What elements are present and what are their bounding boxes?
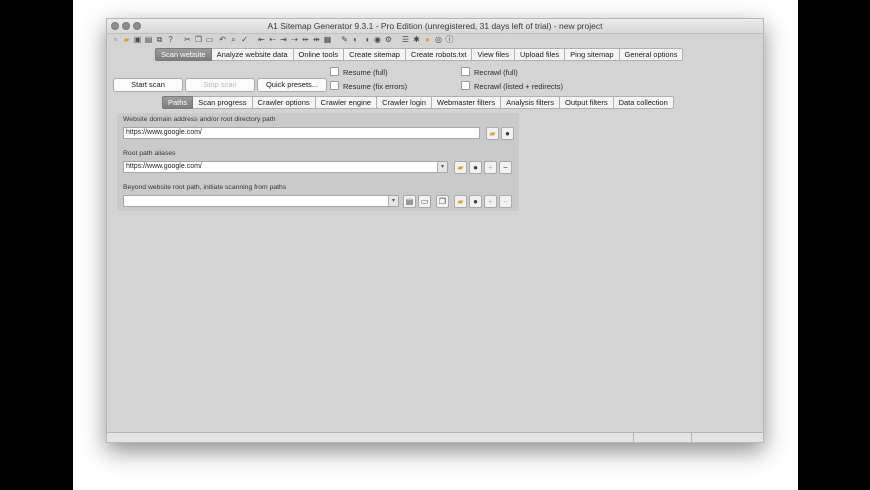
tab-analysis-filters[interactable]: Analysis filters — [501, 96, 561, 109]
bulb-icon[interactable]: ● — [423, 35, 432, 44]
brush-icon[interactable]: ✎ — [340, 35, 349, 44]
tools-icon[interactable]: ✱ — [412, 35, 421, 44]
tab-crawler-engine[interactable]: Crawler engine — [315, 96, 378, 109]
tab-crawler-options[interactable]: Crawler options — [252, 96, 316, 109]
recrawl-listed-checkbox[interactable]: Recrawl (listed + redirects) — [461, 81, 563, 91]
open-folder-icon[interactable]: ▰ — [122, 35, 131, 44]
document-icon[interactable]: ▭ — [418, 195, 431, 208]
globe-back-icon[interactable]: ◐ — [351, 35, 360, 44]
checkbox-box[interactable] — [461, 81, 470, 90]
globe-icon[interactable]: ● — [501, 127, 514, 140]
sub-tab-bar: Paths Scan progress Crawler options Craw… — [162, 96, 674, 109]
resume-fix-errors-checkbox[interactable]: Resume (fix errors) — [330, 81, 407, 91]
alias-combo[interactable]: https://www.google.com/ ▾ — [123, 161, 448, 173]
grid-icon[interactable]: ▦ — [323, 35, 332, 44]
help-icon[interactable]: ? — [166, 35, 175, 44]
tab-online-tools[interactable]: Online tools — [293, 48, 345, 61]
recrawl-full-label: Recrawl (full) — [474, 68, 518, 77]
app-window: A1 Sitemap Generator 9.3.1 - Pro Edition… — [106, 18, 764, 443]
globe-forward-icon[interactable]: ◑ — [362, 35, 371, 44]
tab-data-collection[interactable]: Data collection — [613, 96, 674, 109]
tab-scan-progress[interactable]: Scan progress — [193, 96, 253, 109]
tab-general-options[interactable]: General options — [619, 48, 684, 61]
recrawl-full-checkbox[interactable]: Recrawl (full) — [461, 67, 518, 77]
tab-ping-sitemap[interactable]: Ping sitemap — [565, 48, 620, 61]
main-tab-bar: Scan website Analyze website data Online… — [155, 48, 684, 61]
spell-check-icon[interactable]: ✓ — [240, 35, 249, 44]
add-icon[interactable]: + — [484, 161, 497, 174]
checkbox-box[interactable] — [330, 81, 339, 90]
status-segment — [691, 433, 764, 442]
remove-icon[interactable]: − — [499, 195, 512, 208]
indent-left-icon[interactable]: ⇤ — [257, 35, 266, 44]
paste-icon[interactable]: ▭ — [205, 35, 214, 44]
alias-value: https://www.google.com/ — [126, 163, 202, 170]
title-bar: A1 Sitemap Generator 9.3.1 - Pro Edition… — [107, 19, 763, 34]
start-scan-button[interactable]: Start scan — [113, 78, 183, 92]
domain-input[interactable]: https://www.google.com/ — [123, 127, 480, 139]
resume-fix-errors-label: Resume (fix errors) — [343, 82, 408, 91]
add-icon[interactable]: + — [484, 195, 497, 208]
tab-analyze-website-data[interactable]: Analyze website data — [211, 48, 294, 61]
outdent-icon[interactable]: ⇠ — [268, 35, 277, 44]
copy-project-icon[interactable]: ⧉ — [155, 35, 164, 44]
folder-icon[interactable]: ▰ — [454, 195, 467, 208]
info-icon[interactable]: ⓘ — [445, 35, 454, 44]
checkbox-box[interactable] — [461, 67, 470, 76]
new-file-icon[interactable]: ▫ — [111, 35, 120, 44]
globe-icon[interactable]: ● — [469, 161, 482, 174]
tab-scan-website[interactable]: Scan website — [155, 48, 212, 61]
save-as-icon[interactable]: ▤ — [144, 35, 153, 44]
save-icon[interactable]: ▣ — [133, 35, 142, 44]
move-right-icon[interactable]: ⇢ — [290, 35, 299, 44]
cut-icon[interactable]: ✂ — [183, 35, 192, 44]
beyond-label: Beyond website root path, initiate scann… — [123, 184, 287, 191]
quick-presets-button[interactable]: Quick presets... — [257, 78, 327, 92]
gear-icon[interactable]: ⚙ — [384, 35, 393, 44]
list-icon[interactable]: ☰ — [401, 35, 410, 44]
paste-list-icon[interactable]: ❐ — [436, 195, 449, 208]
undo-icon[interactable]: ↶ — [218, 35, 227, 44]
split-icon[interactable]: ⇹ — [312, 35, 321, 44]
globe-icon[interactable]: ● — [469, 195, 482, 208]
pointer-icon[interactable]: ◎ — [434, 35, 443, 44]
resume-full-label: Resume (full) — [343, 68, 388, 77]
stop-scan-button[interactable]: Stop scan — [185, 78, 255, 92]
indent-right-icon[interactable]: ⇥ — [279, 35, 288, 44]
tab-create-sitemap[interactable]: Create sitemap — [344, 48, 406, 61]
status-segment — [633, 433, 691, 442]
globe-icon[interactable]: ◉ — [373, 35, 382, 44]
window-title: A1 Sitemap Generator 9.3.1 - Pro Edition… — [267, 21, 603, 31]
tab-paths[interactable]: Paths — [162, 96, 194, 109]
chevron-down-icon[interactable]: ▾ — [437, 162, 447, 172]
copy-icon[interactable]: ❐ — [194, 35, 203, 44]
folder-icon[interactable]: ▰ — [454, 161, 467, 174]
tab-webmaster-filters[interactable]: Webmaster filters — [431, 96, 502, 109]
paths-panel: Website domain address and/or root direc… — [117, 113, 519, 211]
move-left-icon[interactable]: ⇷ — [301, 35, 310, 44]
status-bar — [107, 432, 763, 442]
recrawl-listed-label: Recrawl (listed + redirects) — [474, 82, 563, 91]
search-icon[interactable]: ⌕ — [229, 35, 238, 44]
folder-icon[interactable]: ▰ — [486, 127, 499, 140]
resume-full-checkbox[interactable]: Resume (full) — [330, 67, 388, 77]
beyond-combo[interactable]: ▾ — [123, 195, 399, 207]
import-icon[interactable]: ▤ — [403, 195, 416, 208]
chevron-down-icon[interactable]: ▾ — [388, 196, 398, 206]
tab-view-files[interactable]: View files — [472, 48, 515, 61]
checkbox-box[interactable] — [330, 67, 339, 76]
tab-output-filters[interactable]: Output filters — [560, 96, 614, 109]
tab-create-robots[interactable]: Create robots.txt — [405, 48, 473, 61]
tab-crawler-login[interactable]: Crawler login — [377, 96, 432, 109]
remove-icon[interactable]: − — [499, 161, 512, 174]
alias-label: Root path aliases — [123, 150, 176, 157]
tab-upload-files[interactable]: Upload files — [514, 48, 566, 61]
domain-label: Website domain address and/or root direc… — [123, 116, 276, 123]
